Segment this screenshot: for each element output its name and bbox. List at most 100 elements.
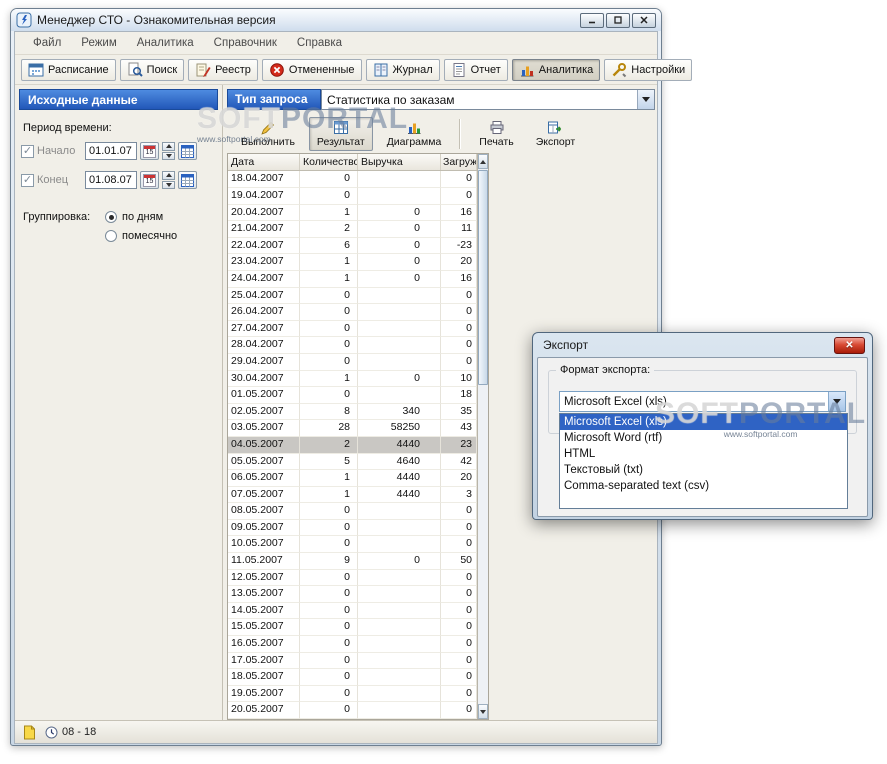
settings-button[interactable]: Настройки — [604, 58, 693, 81]
table-row[interactable]: 18.05.2007 0 0 — [228, 669, 477, 686]
table-row[interactable]: 10.05.2007 0 0 — [228, 536, 477, 554]
table-row[interactable]: 07.05.2007 1 4440 3 — [228, 486, 477, 504]
schedule-button[interactable]: Расписание — [21, 58, 116, 81]
cell-load: 0 — [441, 685, 477, 703]
scroll-down-button[interactable] — [478, 704, 488, 719]
scrollbar-track[interactable] — [478, 169, 488, 704]
cell-date: 16.05.2007 — [228, 636, 300, 653]
export-format-option[interactable]: HTML — [560, 446, 847, 462]
combo-arrow-button[interactable] — [637, 90, 654, 109]
end-checkbox[interactable]: ✓ — [21, 173, 34, 187]
table-row[interactable]: 19.04.2007 0 0 — [228, 188, 477, 205]
table-row[interactable]: 18.04.2007 0 0 — [228, 171, 477, 188]
menu-item[interactable]: Справочник — [204, 34, 287, 52]
table-row[interactable]: 09.05.2007 0 0 — [228, 519, 477, 537]
toolbar-separator — [459, 119, 462, 150]
table-row[interactable]: 25.04.2007 0 0 — [228, 287, 477, 305]
export-button[interactable]: Экспорт — [528, 117, 583, 151]
maximize-button[interactable] — [606, 12, 630, 28]
end-spinner-down[interactable] — [162, 180, 175, 189]
table-row[interactable]: 12.05.2007 0 0 — [228, 569, 477, 587]
table-row[interactable]: 26.04.2007 0 0 — [228, 304, 477, 321]
export-dialog-titlebar[interactable]: Экспорт — [537, 333, 868, 357]
table-row[interactable]: 15.05.2007 0 0 — [228, 619, 477, 637]
table-row[interactable]: 06.05.2007 1 4440 20 — [228, 470, 477, 487]
column-header-revenue[interactable]: Выручка — [358, 154, 441, 171]
sidebar-header: Исходные данные — [19, 89, 218, 110]
menu-item[interactable]: Файл — [23, 34, 71, 52]
close-button[interactable] — [632, 12, 656, 28]
grouping-monthly-option[interactable]: помесячно — [105, 230, 177, 242]
export-dialog-close-button[interactable]: ✕ — [834, 337, 865, 354]
end-date-field[interactable]: 01.08.07 — [85, 171, 137, 189]
table-row[interactable]: 22.04.2007 6 0 -23 — [228, 237, 477, 255]
table-row[interactable]: 05.05.2007 5 4640 42 — [228, 453, 477, 471]
diagram-button[interactable]: Диаграмма — [379, 117, 450, 151]
column-header-date[interactable]: Дата — [228, 154, 300, 171]
cell-load: 20 — [441, 470, 477, 487]
table-row[interactable]: 23.04.2007 1 0 20 — [228, 254, 477, 271]
table-row[interactable]: 28.04.2007 0 0 — [228, 337, 477, 354]
export-format-combobox[interactable]: Microsoft Excel (xls) — [559, 391, 846, 412]
titlebar[interactable]: Менеджер СТО - Ознакомительная версия — [11, 9, 661, 31]
table-row[interactable]: 17.05.2007 0 0 — [228, 652, 477, 670]
export-format-option[interactable]: Microsoft Excel (xls) — [560, 414, 847, 430]
query-type-combobox[interactable]: Статистика по заказам — [321, 89, 655, 110]
export-format-option[interactable]: Текстовый (txt) — [560, 462, 847, 478]
table-row[interactable]: 04.05.2007 2 4440 23 — [228, 436, 477, 454]
cell-revenue — [358, 536, 441, 554]
cell-date: 27.04.2007 — [228, 320, 300, 338]
menu-item[interactable]: Справка — [287, 34, 352, 52]
start-date-field[interactable]: 01.01.07 — [85, 142, 137, 160]
table-row[interactable]: 20.05.2007 0 0 — [228, 702, 477, 719]
table-row[interactable]: 02.05.2007 8 340 35 — [228, 403, 477, 421]
table-row[interactable]: 29.04.2007 0 0 — [228, 353, 477, 371]
table-header: Дата Количество Выручка Загружен... — [228, 154, 477, 172]
end-calendar-grid-button[interactable] — [178, 171, 197, 189]
report-button[interactable]: Отчет — [443, 58, 508, 81]
end-spinner-up[interactable] — [162, 171, 175, 180]
cancelled-button[interactable]: Отмененные — [261, 58, 362, 81]
table-row[interactable]: 14.05.2007 0 0 — [228, 602, 477, 620]
table-row[interactable]: 20.04.2007 1 0 16 — [228, 204, 477, 222]
export-format-option[interactable]: Microsoft Word (rtf) — [560, 430, 847, 446]
print-button[interactable]: Печать — [471, 117, 521, 151]
table-row[interactable]: 01.05.2007 0 18 — [228, 387, 477, 404]
grouping-by-day-option[interactable]: по дням — [105, 211, 177, 223]
table-row[interactable]: 19.05.2007 0 0 — [228, 685, 477, 703]
table-row[interactable]: 13.05.2007 0 0 — [228, 586, 477, 603]
export-format-option[interactable]: Comma-separated text (csv) — [560, 478, 847, 494]
scrollbar-thumb[interactable] — [478, 170, 488, 386]
combo-arrow-button[interactable] — [828, 392, 845, 411]
table-row[interactable]: 03.05.2007 28 58250 43 — [228, 420, 477, 437]
journal-button[interactable]: Журнал — [365, 58, 440, 81]
cell-load: 35 — [441, 403, 477, 421]
menu-item[interactable]: Аналитика — [127, 34, 204, 52]
vertical-scrollbar[interactable] — [477, 154, 488, 719]
table-row[interactable]: 11.05.2007 9 0 50 — [228, 553, 477, 570]
end-calendar-picker-button[interactable]: 15 — [140, 171, 159, 189]
cell-revenue — [358, 320, 441, 338]
table-row[interactable]: 27.04.2007 0 0 — [228, 320, 477, 338]
start-calendar-grid-button[interactable] — [178, 142, 197, 160]
table-row[interactable]: 30.04.2007 1 0 10 — [228, 370, 477, 388]
scroll-up-button[interactable] — [478, 154, 488, 170]
execute-button[interactable]: Выполнить — [233, 117, 303, 151]
search-button[interactable]: Поиск — [119, 58, 185, 81]
result-button[interactable]: Результат — [308, 117, 373, 152]
start-spinner-up[interactable] — [162, 142, 175, 151]
register-button[interactable]: Реестр — [188, 58, 258, 81]
table-row[interactable]: 24.04.2007 1 0 16 — [228, 270, 477, 288]
analytics-button[interactable]: Аналитика — [511, 58, 601, 81]
column-header-qty[interactable]: Количество — [300, 154, 358, 171]
table-row[interactable]: 16.05.2007 0 0 — [228, 636, 477, 653]
start-spinner-down[interactable] — [162, 151, 175, 160]
table-row[interactable]: 08.05.2007 0 0 — [228, 503, 477, 520]
start-checkbox[interactable]: ✓ — [21, 144, 34, 158]
search-icon — [128, 62, 143, 77]
start-calendar-picker-button[interactable]: 15 — [140, 142, 159, 160]
minimize-button[interactable] — [580, 12, 604, 28]
column-header-load[interactable]: Загружен... — [441, 154, 477, 171]
menu-item[interactable]: Режим — [71, 34, 126, 52]
table-row[interactable]: 21.04.2007 2 0 11 — [228, 221, 477, 238]
